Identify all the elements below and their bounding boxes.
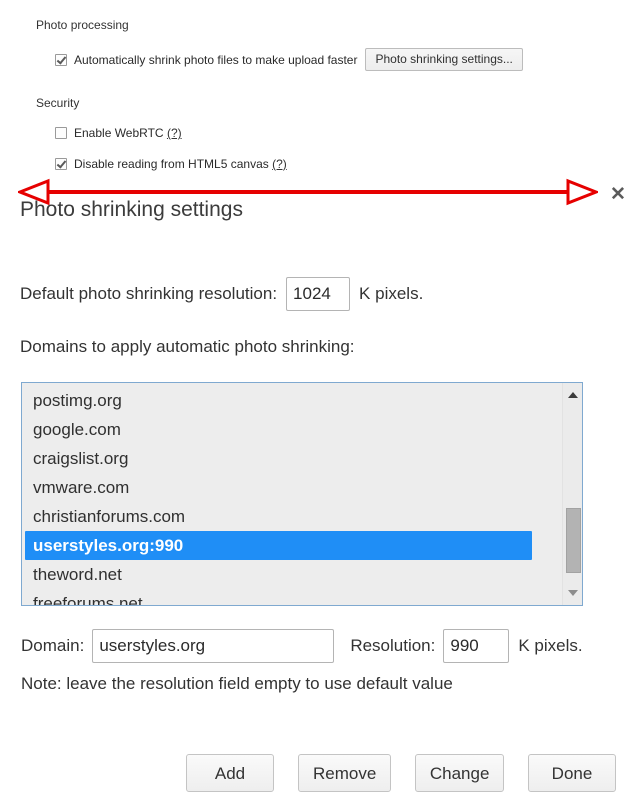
- security-heading: Security: [36, 96, 80, 110]
- resolution-note: Note: leave the resolution field empty t…: [21, 674, 453, 693]
- domains-list-items: postimg.org google.com craigslist.org vm…: [22, 383, 562, 605]
- scroll-up-arrow-icon[interactable]: [563, 385, 582, 405]
- remove-button[interactable]: Remove: [298, 754, 391, 792]
- enable-webrtc-checkbox[interactable]: [55, 127, 67, 139]
- list-item[interactable]: google.com: [22, 415, 562, 444]
- domain-field-label: Domain:: [21, 636, 85, 655]
- auto-shrink-label: Automatically shrink photo files to make…: [74, 52, 358, 67]
- domains-list-label: Domains to apply automatic photo shrinki…: [20, 337, 355, 356]
- add-button[interactable]: Add: [186, 754, 274, 792]
- domains-listbox[interactable]: postimg.org google.com craigslist.org vm…: [21, 382, 583, 606]
- disable-canvas-checkbox[interactable]: [55, 158, 67, 170]
- webrtc-help-icon[interactable]: (?): [167, 126, 182, 140]
- default-resolution-input[interactable]: [286, 277, 351, 311]
- domain-resolution-row: Domain: Resolution: K pixels.: [21, 629, 583, 663]
- photo-shrinking-settings-button[interactable]: Photo shrinking settings...: [365, 48, 523, 71]
- dialog-button-bar: Add Remove Change Done: [186, 754, 616, 792]
- list-item[interactable]: postimg.org: [22, 386, 562, 415]
- domain-input[interactable]: [92, 629, 335, 663]
- auto-shrink-row: Automatically shrink photo files to make…: [55, 48, 523, 71]
- enable-webrtc-text: Enable WebRTC: [74, 126, 164, 140]
- resolution-field-unit: K pixels.: [518, 636, 583, 655]
- change-button[interactable]: Change: [414, 754, 504, 792]
- scrollbar-thumb[interactable]: [566, 508, 581, 573]
- list-item[interactable]: freeforums.net: [22, 589, 562, 605]
- list-item[interactable]: vmware.com: [22, 473, 562, 502]
- resolution-field-label: Resolution:: [350, 636, 436, 655]
- list-item[interactable]: christianforums.com: [22, 502, 562, 531]
- canvas-help-icon[interactable]: (?): [272, 157, 287, 171]
- default-resolution-unit: K pixels.: [359, 284, 424, 303]
- listbox-scrollbar[interactable]: [562, 383, 582, 605]
- photo-processing-heading: Photo processing: [36, 18, 129, 32]
- list-item-selected[interactable]: userstyles.org:990: [25, 531, 532, 560]
- disable-canvas-text: Disable reading from HTML5 canvas: [74, 157, 269, 171]
- done-button[interactable]: Done: [528, 754, 616, 792]
- disable-canvas-row: Disable reading from HTML5 canvas (?): [55, 157, 287, 171]
- close-icon[interactable]: ✕: [609, 185, 627, 204]
- dialog-title: Photo shrinking settings: [20, 198, 243, 221]
- resolution-input[interactable]: [443, 629, 510, 663]
- enable-webrtc-label: Enable WebRTC (?): [74, 126, 182, 140]
- options-section: Photo processing Automatically shrink ph…: [0, 0, 630, 180]
- default-resolution-label: Default photo shrinking resolution:: [20, 284, 278, 303]
- list-item[interactable]: theword.net: [22, 560, 562, 589]
- default-resolution-row: Default photo shrinking resolution: K pi…: [20, 277, 423, 311]
- auto-shrink-checkbox[interactable]: [55, 53, 67, 66]
- list-item[interactable]: craigslist.org: [22, 444, 562, 473]
- enable-webrtc-row: Enable WebRTC (?): [55, 126, 182, 140]
- scroll-down-arrow-icon[interactable]: [563, 583, 582, 603]
- disable-canvas-label: Disable reading from HTML5 canvas (?): [74, 157, 287, 171]
